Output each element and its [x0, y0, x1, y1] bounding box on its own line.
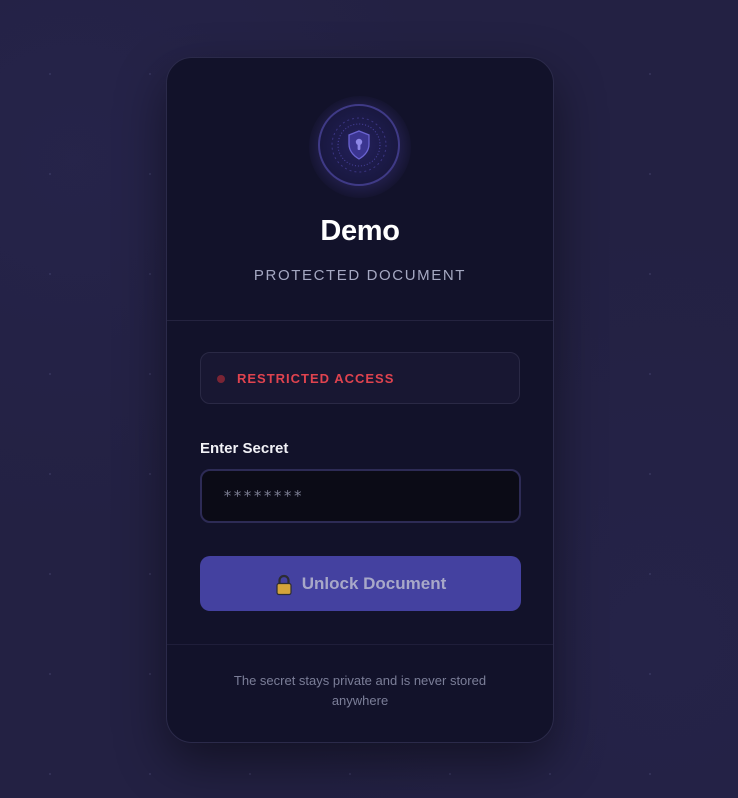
page-subtitle: PROTECTED DOCUMENT: [253, 267, 467, 284]
card-footer: The secret stays private and is never st…: [167, 644, 553, 742]
status-badge: RESTRICTED ACCESS: [200, 352, 520, 404]
unlock-card: Demo PROTECTED DOCUMENT RESTRICTED ACCES…: [166, 57, 554, 743]
status-dot-icon: [217, 375, 225, 383]
lock-icon: [275, 574, 293, 596]
status-text: RESTRICTED ACCESS: [237, 371, 395, 386]
unlock-button[interactable]: Unlock Document: [200, 556, 521, 611]
secret-input[interactable]: [200, 469, 521, 523]
page-title: Demo: [320, 215, 400, 247]
shield-lock-icon: [318, 104, 400, 186]
card-header: Demo PROTECTED DOCUMENT: [167, 58, 553, 321]
privacy-note: The secret stays private and is never st…: [233, 673, 487, 708]
unlock-button-label: Unlock Document: [301, 573, 447, 593]
secret-label: Enter Secret: [200, 440, 289, 457]
